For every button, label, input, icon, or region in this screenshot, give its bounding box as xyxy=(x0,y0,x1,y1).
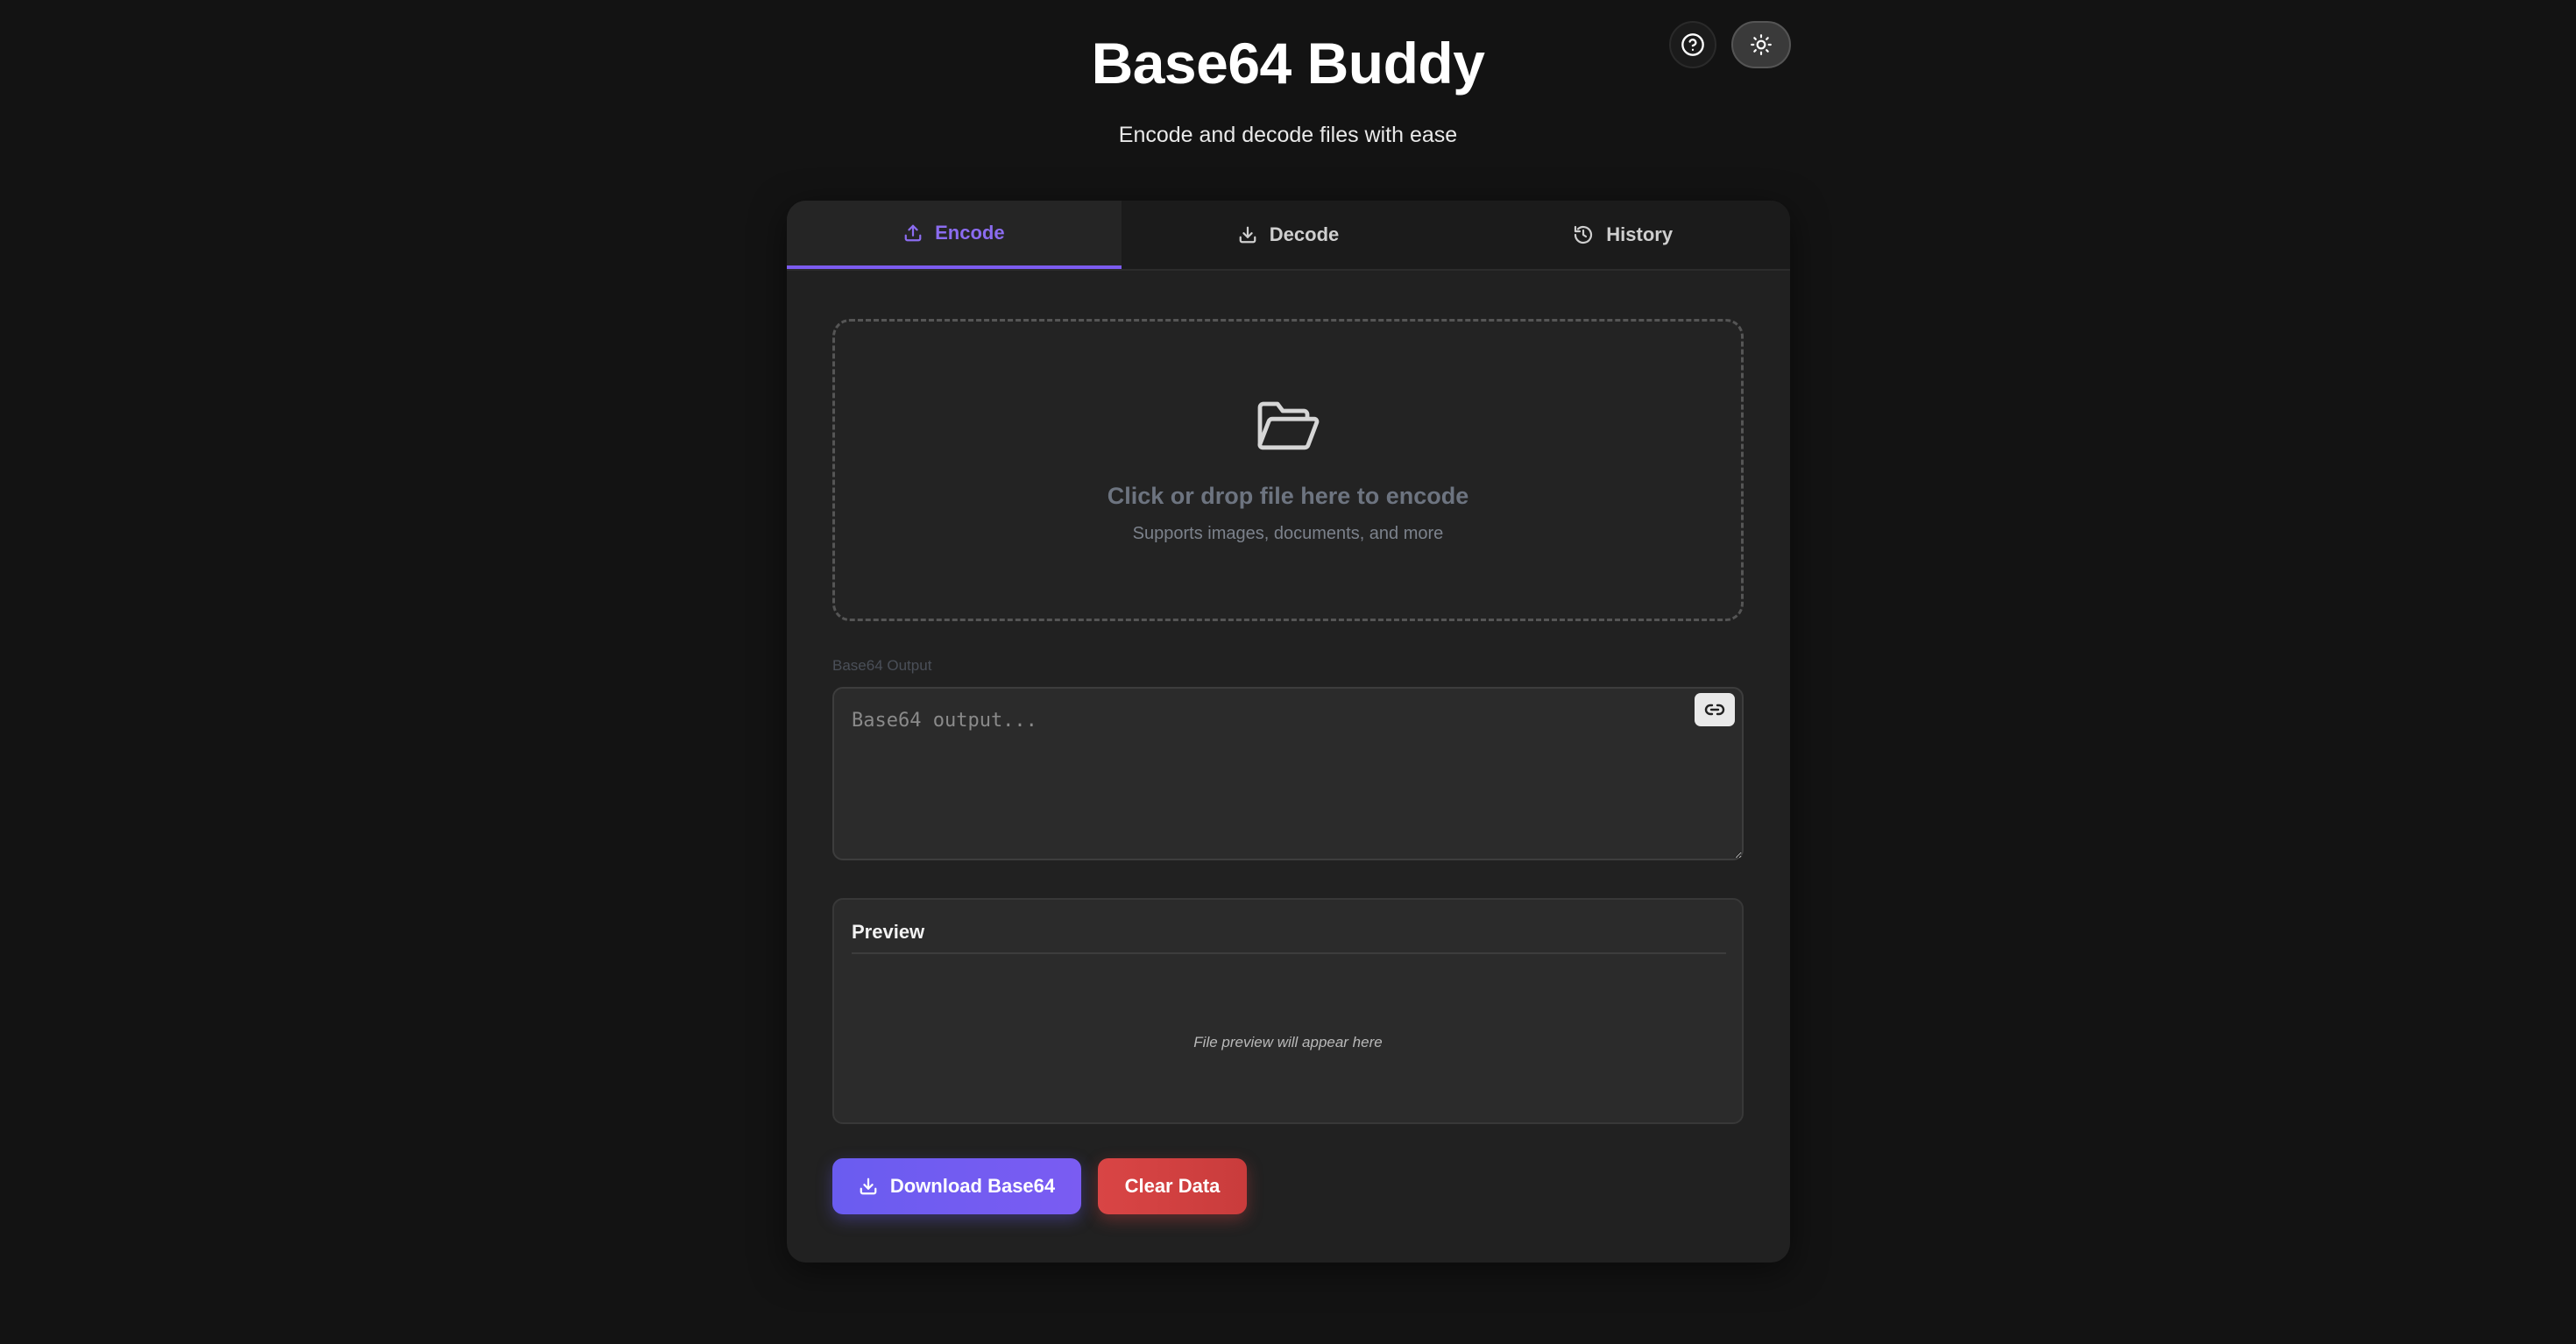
theme-toggle-button[interactable] xyxy=(1731,21,1791,68)
clear-button-label: Clear Data xyxy=(1124,1175,1221,1197)
tab-bar: Encode Decode History xyxy=(787,201,1790,271)
help-button[interactable] xyxy=(1669,21,1716,68)
app-page: Base64 Buddy Encode and decode files wit… xyxy=(0,0,2576,1344)
preview-panel: Preview File preview will appear here xyxy=(832,898,1744,1124)
question-circle-icon xyxy=(1681,32,1705,57)
base64-output-textarea[interactable] xyxy=(832,687,1744,860)
upload-icon xyxy=(903,223,923,243)
page-subtitle: Encode and decode files with ease xyxy=(1118,123,1458,147)
link-icon xyxy=(1704,699,1725,720)
tab-encode-label: Encode xyxy=(935,222,1005,244)
main-card: Encode Decode History Click or drop file… xyxy=(787,201,1790,1263)
download-base64-button[interactable]: Download Base64 xyxy=(832,1158,1081,1214)
output-label: Base64 Output xyxy=(832,657,932,674)
clear-data-button[interactable]: Clear Data xyxy=(1098,1158,1247,1214)
tab-encode[interactable]: Encode xyxy=(787,201,1122,269)
dropzone-title: Click or drop file here to encode xyxy=(1107,483,1469,509)
preview-title: Preview xyxy=(852,921,925,943)
preview-divider xyxy=(852,952,1726,954)
download-button-label: Download Base64 xyxy=(889,1175,1056,1197)
preview-empty-text: File preview will appear here xyxy=(1193,1034,1383,1050)
folder-open-icon xyxy=(1256,400,1320,451)
tab-history-label: History xyxy=(1606,223,1674,245)
file-dropzone[interactable]: Click or drop file here to encode Suppor… xyxy=(832,319,1744,621)
tab-history[interactable]: History xyxy=(1455,201,1790,269)
page-title: Base64 Buddy xyxy=(1091,31,1485,95)
history-icon xyxy=(1573,224,1594,245)
sun-icon xyxy=(1750,33,1773,56)
download-icon xyxy=(1238,225,1257,244)
copy-link-button[interactable] xyxy=(1695,693,1735,726)
download-icon xyxy=(859,1177,878,1196)
dropzone-subtitle: Supports images, documents, and more xyxy=(1132,524,1444,543)
tab-decode[interactable]: Decode xyxy=(1122,201,1456,269)
tab-decode-label: Decode xyxy=(1269,223,1340,245)
